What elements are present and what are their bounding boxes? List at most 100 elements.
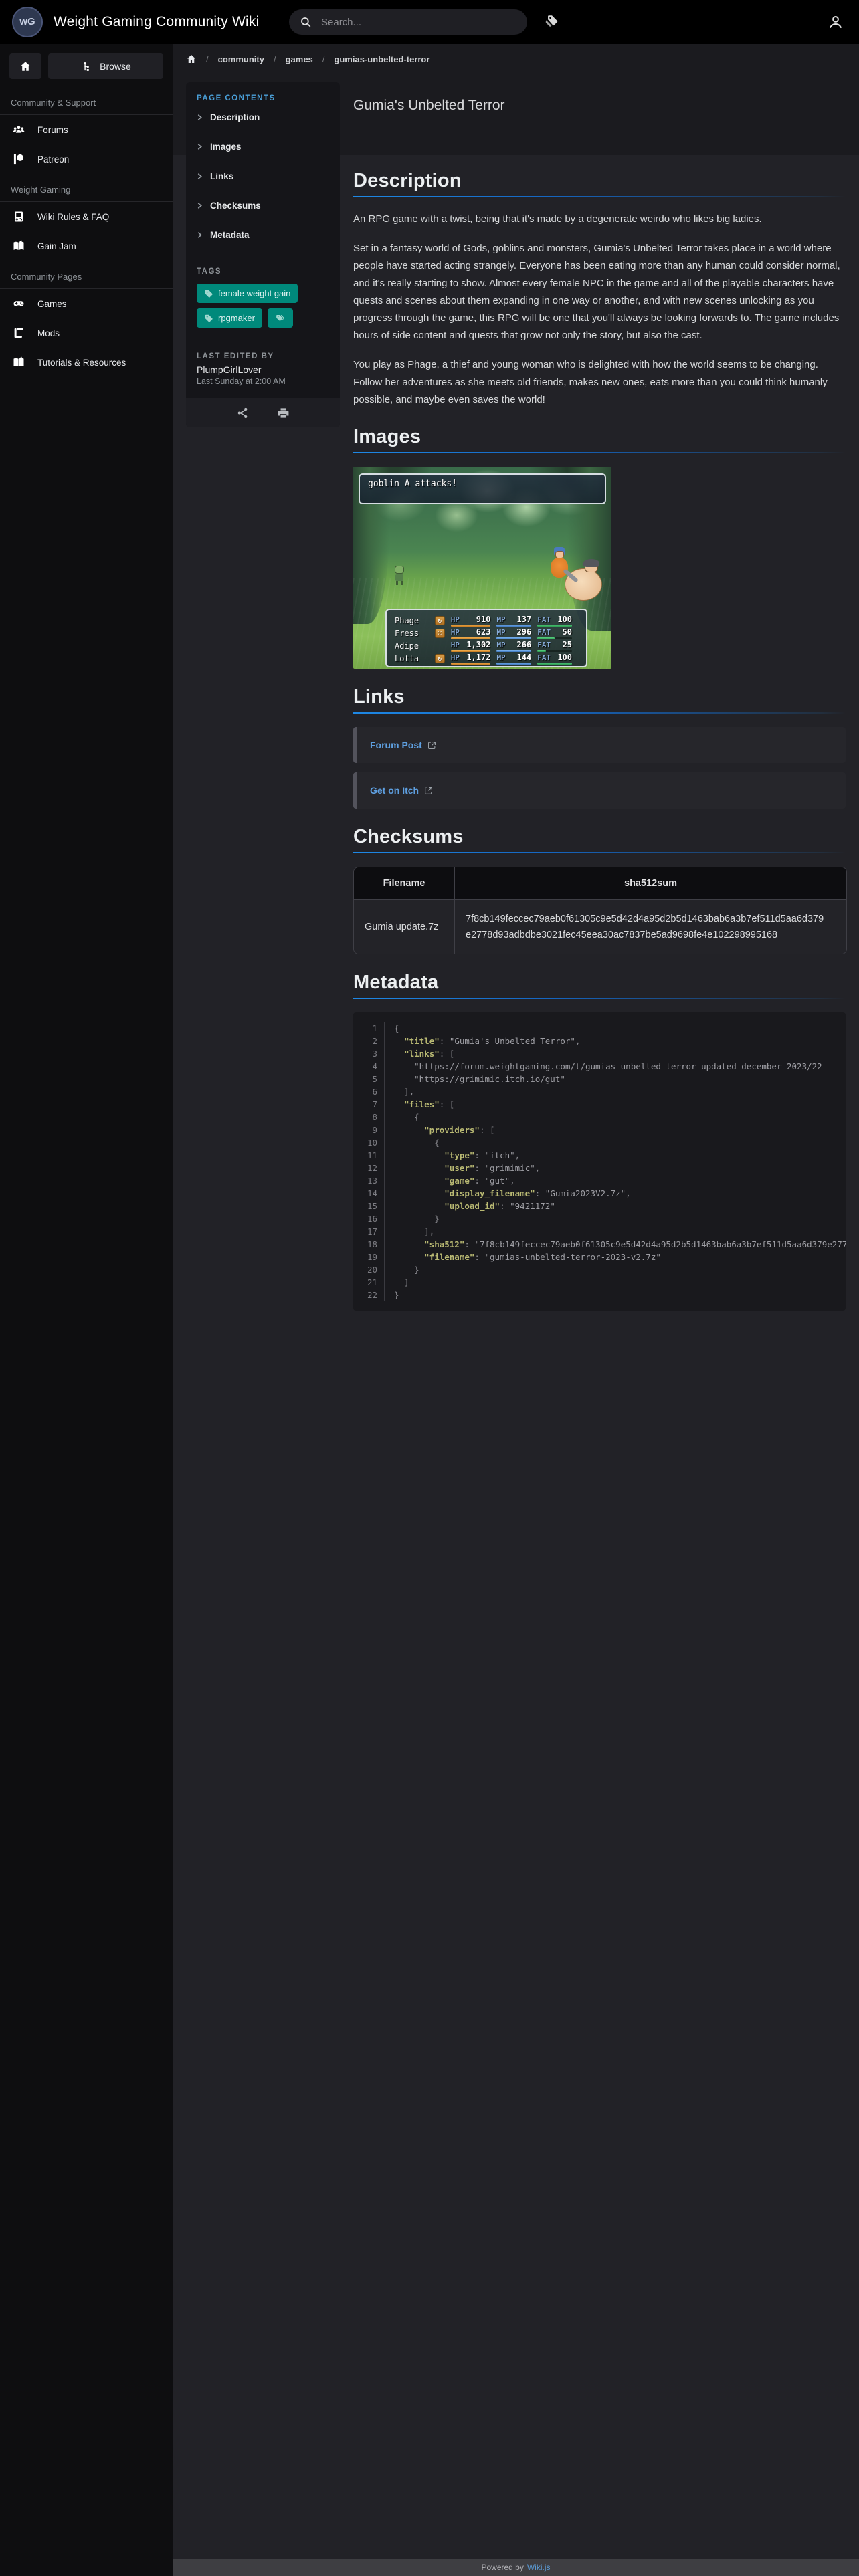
sidebar-section-community-support: Community & Support xyxy=(11,98,96,108)
code-line: 22} xyxy=(353,1289,846,1301)
page-title: Gumia's Unbelted Terror xyxy=(353,98,505,113)
code-line: 9 "providers": [ xyxy=(353,1123,846,1136)
section-heading-links: Links xyxy=(353,686,405,708)
browse-tags-icon[interactable] xyxy=(545,14,559,29)
home-button[interactable] xyxy=(9,53,41,79)
sidebar-item-games[interactable]: Games xyxy=(0,289,173,318)
home-icon xyxy=(21,62,30,71)
chevron-right-icon xyxy=(197,114,202,120)
site-title: Weight Gaming Community Wiki xyxy=(54,14,260,29)
search-box[interactable] xyxy=(289,9,527,35)
sidebar-item-gain-jam[interactable]: Gain Jam xyxy=(0,231,173,261)
sidebar-item-forums[interactable]: Forums xyxy=(0,115,173,144)
code-lines: 1{2 "title": "Gumia's Unbelted Terror", 3… xyxy=(353,1022,846,1301)
code-line: 17 ], xyxy=(353,1225,846,1238)
page-contents-panel: PAGE CONTENTS Description Images Links C… xyxy=(186,82,340,427)
browse-button[interactable]: Browse xyxy=(48,53,163,79)
sidebar-item-patreon[interactable]: Patreon xyxy=(0,144,173,174)
search-icon xyxy=(301,17,311,27)
toc-item-images[interactable]: Images xyxy=(197,132,329,161)
browse-button-label: Browse xyxy=(100,61,131,72)
code-line: 15 "upload_id": "9421172" xyxy=(353,1200,846,1212)
open-book-icon xyxy=(13,356,24,366)
battle-message-window: goblin A attacks! xyxy=(359,473,606,504)
breadcrumb-item-games[interactable]: games xyxy=(286,54,313,64)
code-line: 5 "https://grimimic.itch.io/gut" xyxy=(353,1073,846,1085)
sidebar-item-tutorials[interactable]: Tutorials & Resources xyxy=(0,348,173,377)
tag-icon xyxy=(205,290,213,298)
wiki-page: wG Weight Gaming Community Wiki Browse C… xyxy=(0,0,859,2576)
section-heading-images: Images xyxy=(353,426,421,447)
battle-status-window: Phage ↻ HP 910 MP 137 FAT 100 Fress ⁙ HP 623 MP 296 FA… xyxy=(385,609,587,667)
battle-status-rows: Phage ↻ HP 910 MP 137 FAT 100 Fress ⁙ HP 623 MP 296 FA… xyxy=(387,614,586,665)
code-line: 21 ] xyxy=(353,1276,846,1289)
handheld-console-icon xyxy=(15,211,23,222)
external-link-icon xyxy=(427,741,436,749)
state-icon-empty xyxy=(435,641,445,651)
tag-chip-female-weight-gain[interactable]: female weight gain xyxy=(197,284,298,303)
browse-all-tags-chip[interactable] xyxy=(267,308,293,328)
game-screenshot[interactable]: goblin A attacks! Phage ↻ HP 910 MP 137 FAT 100… xyxy=(353,467,611,669)
tag-chip-rpgmaker[interactable]: rpgmaker xyxy=(197,308,262,328)
code-line: 7 "files": [ xyxy=(353,1098,846,1111)
tag-icon xyxy=(205,314,213,322)
main-content: Gumia's Unbelted Terror PAGE CONTENTS De… xyxy=(173,74,859,2576)
code-line: 11 "type": "itch", xyxy=(353,1149,846,1162)
share-button[interactable] xyxy=(236,407,249,419)
code-line: 1{ xyxy=(353,1022,846,1035)
link-get-on-itch[interactable]: Get on Itch xyxy=(353,772,846,809)
section-underline xyxy=(353,998,846,999)
breadcrumb-item-page[interactable]: gumias-unbelted-terror xyxy=(334,54,430,64)
toc-item-metadata[interactable]: Metadata xyxy=(197,220,329,249)
file-tree-icon xyxy=(84,62,89,71)
table-row: Gumia update.7z 7f8cb149feccec79aeb0f613… xyxy=(354,899,846,954)
sidebar-item-mods[interactable]: Mods xyxy=(0,318,173,348)
breadcrumb-home[interactable] xyxy=(186,53,197,64)
code-line: 20 } xyxy=(353,1263,846,1276)
last-edited-label: LAST EDITED BY xyxy=(197,352,274,360)
description-paragraph: Set in a fantasy world of Gods, goblins … xyxy=(353,243,840,341)
toc-item-description[interactable]: Description xyxy=(197,102,329,132)
search-input[interactable] xyxy=(320,15,516,29)
code-line: 18 "sha512": "7f8cb149feccec79aeb0f61305… xyxy=(353,1238,846,1251)
breadcrumb: / community / games / gumias-unbelted-te… xyxy=(173,44,859,74)
state-icon: ⁙ xyxy=(434,628,445,638)
description-paragraph: You play as Phage, a thief and young wom… xyxy=(353,359,828,405)
site-logo[interactable]: wG xyxy=(12,7,43,37)
share-icon xyxy=(237,407,248,418)
code-line: 2 "title": "Gumia's Unbelted Terror", xyxy=(353,1035,846,1047)
page-contents-label: PAGE CONTENTS xyxy=(197,94,276,102)
code-line: 10 { xyxy=(353,1136,846,1149)
checksums-table-header: Filename sha512sum xyxy=(354,867,846,899)
page-actions-bar xyxy=(186,398,340,427)
user-account-icon[interactable] xyxy=(827,13,844,31)
cell-filename: Gumia update.7z xyxy=(365,922,439,932)
sidebar-section-weight-gaming: Weight Gaming xyxy=(11,185,71,195)
sidebar-item-label: Tutorials & Resources xyxy=(37,357,126,368)
breadcrumb-separator: / xyxy=(206,53,209,64)
code-line: 4 "https://forum.weightgaming.com/t/gumi… xyxy=(353,1060,846,1073)
sidebar-item-wiki-rules[interactable]: Wiki Rules & FAQ xyxy=(0,202,173,231)
code-line: 3 "links": [ xyxy=(353,1047,846,1060)
toc-item-checksums[interactable]: Checksums xyxy=(197,191,329,220)
main-sidebar: Browse Community & Support Forums Patreo… xyxy=(0,44,173,2576)
link-forum-post[interactable]: Forum Post xyxy=(353,727,846,763)
battle-status-row: Fress ⁙ HP 623 MP 296 FAT 50 xyxy=(387,627,586,639)
state-icon: ↻ xyxy=(434,653,445,663)
section-heading-metadata: Metadata xyxy=(353,972,439,993)
chevron-right-icon xyxy=(197,231,202,238)
print-button[interactable] xyxy=(277,407,290,419)
page-footer: Powered by Wiki.js xyxy=(173,2559,859,2576)
toc-item-links[interactable]: Links xyxy=(197,161,329,191)
metadata-code-block: 1{2 "title": "Gumia's Unbelted Terror", 3… xyxy=(353,1012,846,1311)
home-icon xyxy=(187,55,195,63)
section-heading-checksums: Checksums xyxy=(353,826,464,847)
code-line: 13 "game": "gut", xyxy=(353,1174,846,1187)
people-icon xyxy=(13,126,25,133)
goblin-sprite xyxy=(393,566,405,586)
breadcrumb-item-community[interactable]: community xyxy=(218,54,264,64)
open-book-icon xyxy=(13,240,24,250)
gamepad-icon xyxy=(13,301,24,306)
footer-wikijs-link[interactable]: Wiki.js xyxy=(527,2563,551,2572)
sidebar-section-community-pages: Community Pages xyxy=(11,272,82,282)
